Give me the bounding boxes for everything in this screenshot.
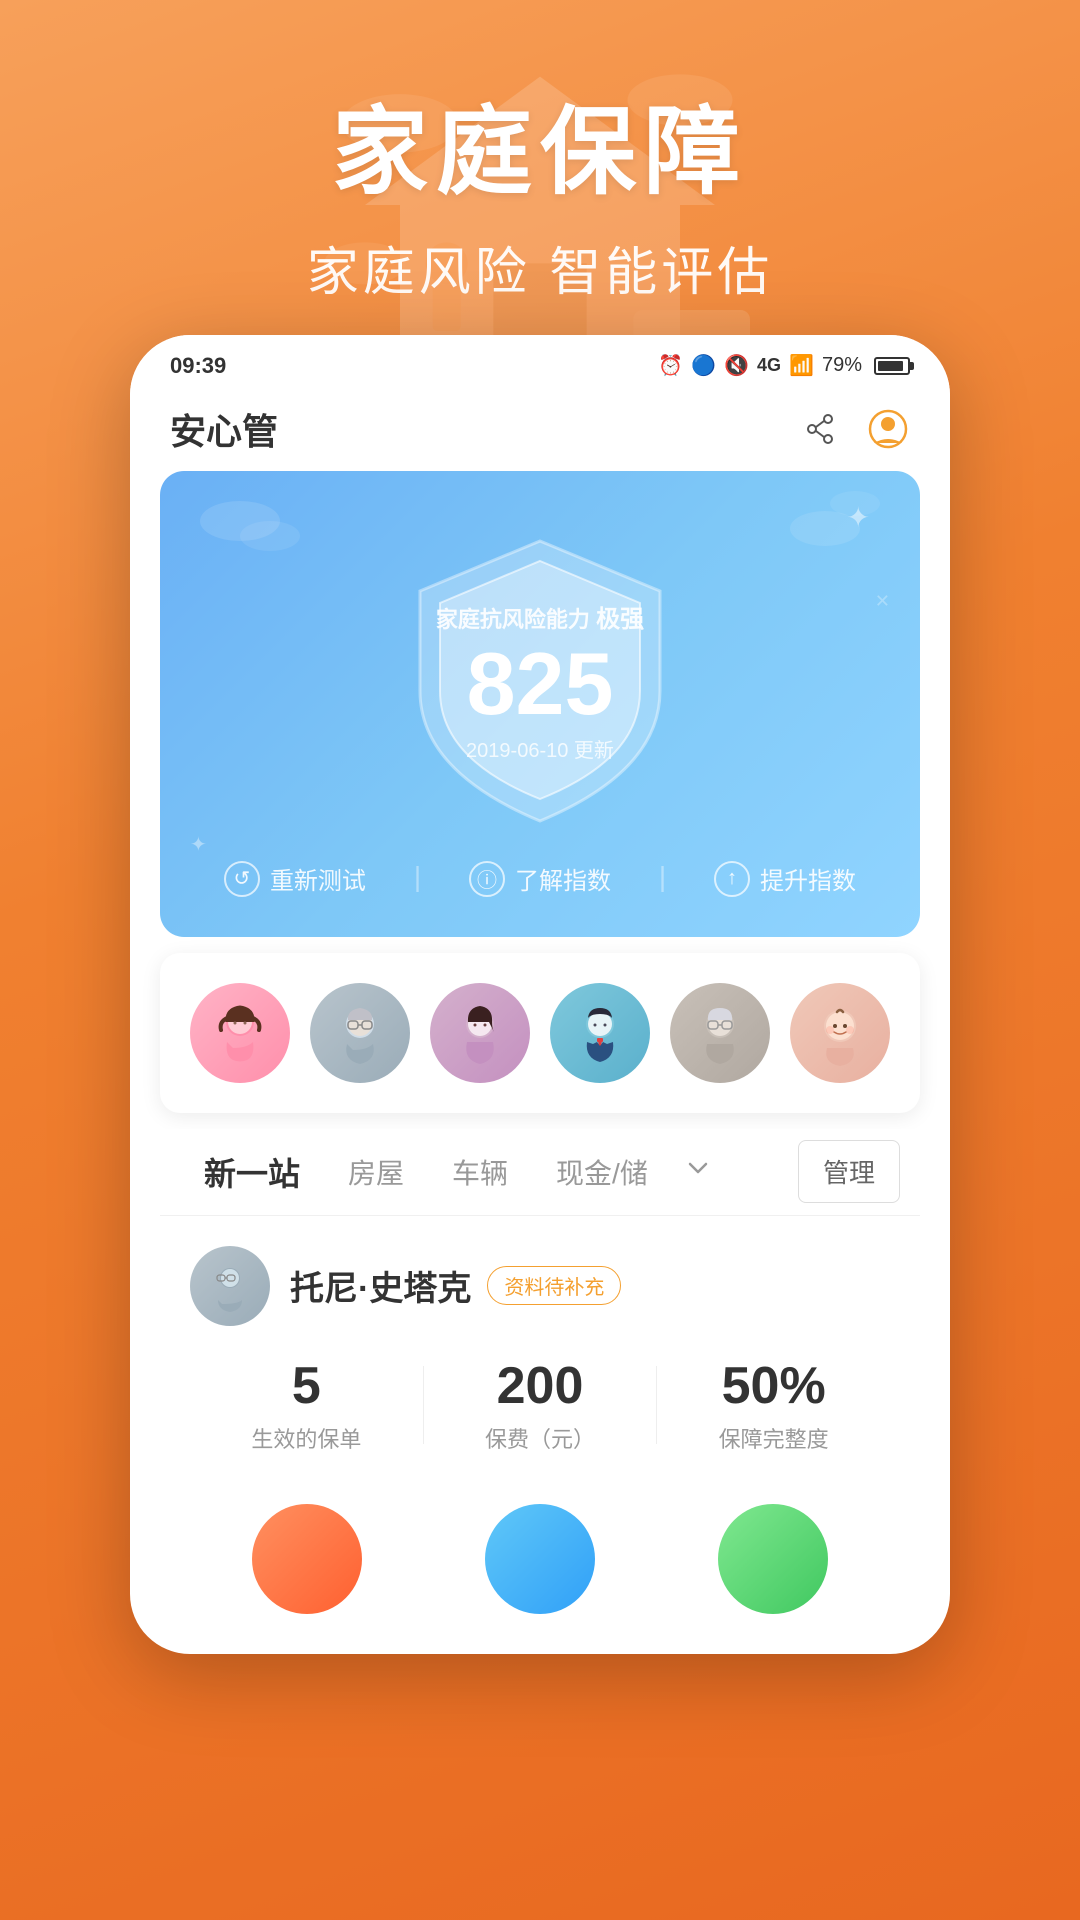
user-avatar-button[interactable] <box>866 407 910 451</box>
avatar-man <box>550 983 650 1083</box>
improve-icon: ↑ <box>714 861 750 897</box>
status-right: ⏰ 🔵 🔇 4G 📶 79% <box>658 353 910 378</box>
tab-house[interactable]: 房屋 <box>324 1132 428 1212</box>
tab-manage[interactable]: 管理 <box>798 1140 900 1203</box>
retest-icon: ↺ <box>224 861 260 897</box>
divider1: | <box>414 861 421 897</box>
tab-cash[interactable]: 现金/储 <box>532 1132 672 1212</box>
app-header: 安心管 <box>130 387 950 471</box>
profile-name: 托尼·史塔克 <box>290 1261 471 1310</box>
bottom-circle-1 <box>252 1504 362 1614</box>
shield: 家庭抗风险能力 极强 825 2019-06-10 更新 <box>400 531 680 831</box>
shield-label-text: 家庭抗风险能力 <box>436 607 590 632</box>
shield-label: 家庭抗风险能力 极强 <box>436 599 644 634</box>
tab-car[interactable]: 车辆 <box>428 1132 532 1212</box>
share-button[interactable] <box>798 407 842 451</box>
stat-policies-value: 5 <box>190 1356 423 1416</box>
shield-content: 家庭抗风险能力 极强 825 2019-06-10 更新 <box>436 599 644 763</box>
avatar-girl <box>190 983 290 1083</box>
tab-xinyzhan[interactable]: 新一站 <box>180 1129 324 1215</box>
stat-policies-label: 生效的保单 <box>190 1422 423 1454</box>
divider2: | <box>659 861 666 897</box>
battery-icon <box>874 357 910 375</box>
learn-label: 了解指数 <box>515 861 611 896</box>
stat-policies: 5 生效的保单 <box>190 1356 423 1454</box>
learn-icon: ⓘ <box>469 861 505 897</box>
hero-title: 家庭保障 <box>0 100 1080 206</box>
bluetooth-icon: 🔵 <box>691 353 716 378</box>
signal-bars-icon: 📶 <box>789 353 814 378</box>
phone-mockup-wrapper: 09:39 ⏰ 🔵 🔇 4G 📶 79% 安心管 <box>0 335 1080 1654</box>
stat-premium-label: 保费（元） <box>424 1422 657 1454</box>
shield-score: 825 <box>436 640 644 728</box>
alarm-icon: ⏰ <box>658 353 683 378</box>
family-member-grandpa[interactable] <box>310 983 410 1083</box>
bottom-circle-3 <box>718 1504 828 1614</box>
shield-date: 2019-06-10 更新 <box>436 734 644 763</box>
avatar-baby <box>790 983 890 1083</box>
family-member-woman[interactable] <box>430 983 530 1083</box>
profile-header: 托尼·史塔克 资料待补充 <box>190 1246 890 1326</box>
shield-level: 极强 <box>596 606 644 633</box>
retest-button[interactable]: ↺ 重新测试 <box>224 861 366 897</box>
improve-label: 提升指数 <box>760 861 856 896</box>
battery-percent: 79% <box>822 354 862 377</box>
avatar-elderly <box>670 983 770 1083</box>
improve-index-button[interactable]: ↑ 提升指数 <box>714 861 856 897</box>
retest-label: 重新测试 <box>270 861 366 896</box>
phone-mockup: 09:39 ⏰ 🔵 🔇 4G 📶 79% 安心管 <box>130 335 950 1654</box>
avatar-grandpa <box>310 983 410 1083</box>
profile-stats: 5 生效的保单 200 保费（元） 50% 保障完整度 <box>190 1356 890 1454</box>
status-time: 09:39 <box>170 353 226 379</box>
stat-premium: 200 保费（元） <box>424 1356 657 1454</box>
score-card: ✦ ✦ ✕ 家庭抗风险能力 极强 <box>160 471 920 937</box>
family-member-baby[interactable] <box>790 983 890 1083</box>
tab-more-dropdown[interactable] <box>672 1134 724 1209</box>
profile-avatar <box>190 1246 270 1326</box>
header-icons <box>798 407 910 451</box>
family-section <box>160 953 920 1113</box>
nav-tabs: 新一站 房屋 车辆 现金/储 管理 <box>160 1129 920 1216</box>
app-title: 安心管 <box>170 403 278 455</box>
family-member-elderly[interactable] <box>670 983 770 1083</box>
hero-section: 家庭保障 家庭风险 智能评估 <box>0 0 1080 305</box>
score-actions: ↺ 重新测试 | ⓘ 了解指数 | ↑ 提升指数 <box>200 861 880 897</box>
profile-info: 托尼·史塔克 资料待补充 <box>290 1261 621 1310</box>
family-member-man[interactable] <box>550 983 650 1083</box>
stat-premium-value: 200 <box>424 1356 657 1416</box>
stat-coverage-value: 50% <box>657 1356 890 1416</box>
profile-section: 托尼·史塔克 资料待补充 5 生效的保单 200 保费（元） 50% <box>160 1216 920 1484</box>
stat-coverage-label: 保障完整度 <box>657 1422 890 1454</box>
volume-icon: 🔇 <box>724 353 749 378</box>
bottom-circle-2 <box>485 1504 595 1614</box>
family-member-girl[interactable] <box>190 983 290 1083</box>
learn-index-button[interactable]: ⓘ 了解指数 <box>469 861 611 897</box>
profile-badge[interactable]: 资料待补充 <box>487 1266 621 1305</box>
bottom-circles <box>160 1484 920 1634</box>
status-bar: 09:39 ⏰ 🔵 🔇 4G 📶 79% <box>130 335 950 387</box>
avatar-woman <box>430 983 530 1083</box>
stat-coverage: 50% 保障完整度 <box>657 1356 890 1454</box>
signal-4g-icon: 4G <box>757 355 781 376</box>
hero-subtitle: 家庭风险 智能评估 <box>0 230 1080 305</box>
shield-container: 家庭抗风险能力 极强 825 2019-06-10 更新 <box>200 531 880 831</box>
